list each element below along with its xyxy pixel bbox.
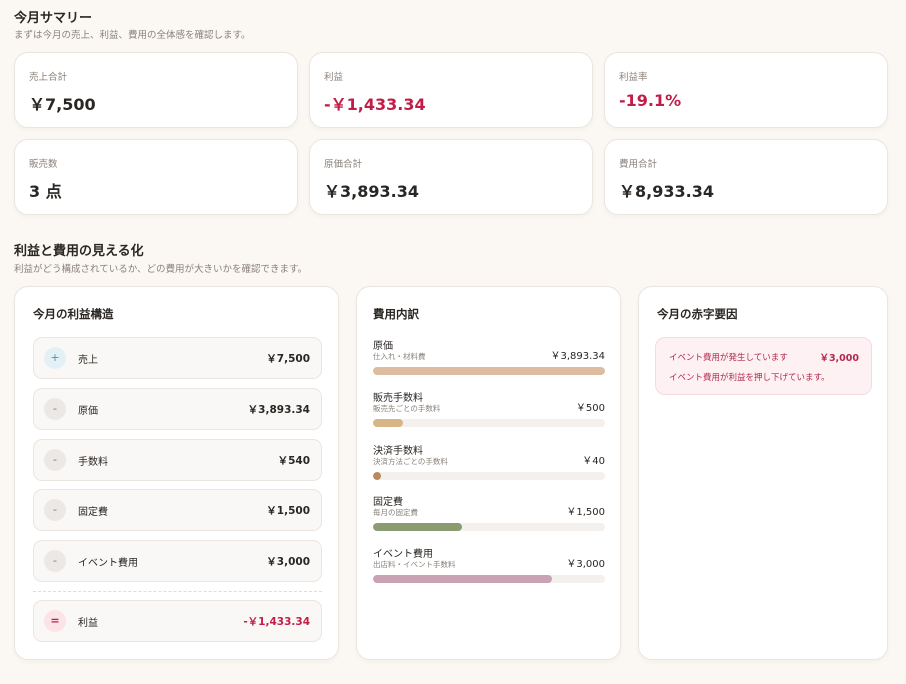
alert-line: イベント費用が発生しています — [669, 353, 788, 363]
cost-desc: 出店料・イベント手数料 — [373, 560, 456, 569]
stat-label: 売上合計 — [29, 72, 68, 83]
stat-card-expense-total: 費用合計 ￥8,933.34 — [604, 139, 888, 215]
summary-subtitle: まずは今月の売上、利益、費用の全体感を確認します。 — [14, 30, 251, 41]
flow-label: 手数料 — [78, 457, 108, 468]
stat-card-profit: 利益 -￥1,433.34 — [309, 52, 593, 128]
flow-label: 売上 — [78, 355, 98, 366]
flow-row-fees: - 手数料 ￥540 — [33, 439, 322, 481]
flow-amount: ￥7,500 — [266, 353, 310, 365]
divider — [33, 591, 322, 592]
cost-bar-track — [373, 367, 605, 375]
cost-amount: ￥1,500 — [566, 507, 605, 518]
stat-card-sales: 売上合計 ￥7,500 — [14, 52, 298, 128]
stat-label: 販売数 — [29, 159, 58, 170]
flow-row-sales: + 売上 ￥7,500 — [33, 337, 322, 379]
flow-row-cost: - 原価 ￥3,893.34 — [33, 388, 322, 430]
alert-amount: ￥3,000 — [819, 353, 859, 364]
cost-desc: 販売先ごとの手数料 — [373, 404, 441, 413]
stat-label: 原価合計 — [324, 159, 363, 170]
profit-structure-title: 今月の利益構造 — [33, 307, 114, 321]
flow-label: 利益 — [78, 618, 98, 629]
flow-row-event-cost: - イベント費用 ￥3,000 — [33, 540, 322, 582]
cost-bar-fill — [373, 575, 552, 583]
flow-label: 原価 — [78, 406, 98, 417]
flow-amount: ￥3,893.34 — [247, 404, 310, 416]
cost-bar-track — [373, 419, 605, 427]
cost-bar-fill — [373, 367, 605, 375]
cost-bar-fill — [373, 472, 381, 480]
flow-label: 固定費 — [78, 507, 108, 518]
stat-card-units-sold: 販売数 3 点 — [14, 139, 298, 215]
cost-item: 固定費 毎月の固定費 ￥1,500 — [373, 493, 605, 537]
stat-value: -￥1,433.34 — [324, 95, 426, 114]
cost-desc: 決済方法ごとの手数料 — [373, 457, 448, 466]
stat-value: -19.1% — [619, 91, 682, 110]
visualize-title: 利益と費用の見える化 — [14, 244, 144, 259]
flow-row-fixed-cost: - 固定費 ￥1,500 — [33, 489, 322, 531]
plus-icon: + — [44, 347, 66, 369]
deficit-factors-card: 今月の赤字要因 イベント費用が発生しています ￥3,000 イベント費用が利益を… — [638, 286, 888, 660]
cost-item: 決済手数料 決済方法ごとの手数料 ￥40 — [373, 442, 605, 486]
flow-amount: ￥540 — [277, 455, 310, 467]
cost-desc: 仕入れ・材料費 — [373, 352, 426, 361]
stat-value: ￥3,893.34 — [324, 182, 419, 201]
flow-amount: -￥1,433.34 — [243, 616, 310, 628]
cost-bar-track — [373, 472, 605, 480]
alert-line: イベント費用が利益を押し下げています。 — [669, 373, 830, 383]
cost-name: 固定費 — [373, 497, 403, 508]
cost-bar-fill — [373, 419, 403, 427]
cost-amount: ￥40 — [582, 456, 605, 467]
cost-bar-track — [373, 575, 605, 583]
cost-name: 原価 — [373, 341, 393, 352]
cost-name: 販売手数料 — [373, 393, 423, 404]
minus-icon: - — [44, 449, 66, 471]
cost-breakdown-title: 費用内訳 — [373, 307, 419, 321]
flow-amount: ￥3,000 — [266, 556, 310, 568]
cost-name: イベント費用 — [373, 549, 433, 560]
stat-value: 3 点 — [29, 182, 62, 201]
cost-amount: ￥3,893.34 — [550, 351, 605, 362]
summary-title: 今月サマリー — [14, 11, 93, 26]
cost-item: 販売手数料 販売先ごとの手数料 ￥500 — [373, 389, 605, 433]
minus-icon: - — [44, 398, 66, 420]
flow-label: イベント費用 — [78, 558, 138, 569]
stat-card-profit-rate: 利益率 -19.1% — [604, 52, 888, 128]
deficit-alert: イベント費用が発生しています ￥3,000 イベント費用が利益を押し下げています… — [655, 337, 872, 395]
cost-item: 原価 仕入れ・材料費 ￥3,893.34 — [373, 337, 605, 381]
cost-bar-fill — [373, 523, 462, 531]
cost-amount: ￥500 — [575, 403, 605, 414]
stat-label: 利益率 — [619, 72, 648, 83]
stat-label: 利益 — [324, 72, 344, 83]
flow-row-profit: = 利益 -￥1,433.34 — [33, 600, 322, 642]
stat-value: ￥8,933.34 — [619, 182, 714, 201]
cost-amount: ￥3,000 — [566, 559, 605, 570]
stat-value: ￥7,500 — [29, 95, 96, 114]
profit-structure-card: 今月の利益構造 + 売上 ￥7,500 - 原価 ￥3,893.34 - 手数料… — [14, 286, 339, 660]
cost-name: 決済手数料 — [373, 446, 423, 457]
equals-icon: = — [44, 610, 66, 632]
flow-amount: ￥1,500 — [266, 505, 310, 517]
stat-card-cost-total: 原価合計 ￥3,893.34 — [309, 139, 593, 215]
minus-icon: - — [44, 550, 66, 572]
stat-label: 費用合計 — [619, 159, 658, 170]
deficit-factors-title: 今月の赤字要因 — [657, 307, 738, 321]
visualize-subtitle: 利益がどう構成されているか、どの費用が大きいかを確認できます。 — [14, 264, 308, 275]
cost-bar-track — [373, 523, 605, 531]
cost-breakdown-card: 費用内訳 原価 仕入れ・材料費 ￥3,893.34 販売手数料 販売先ごとの手数… — [356, 286, 621, 660]
minus-icon: - — [44, 499, 66, 521]
cost-desc: 毎月の固定費 — [373, 508, 418, 517]
cost-item: イベント費用 出店料・イベント手数料 ￥3,000 — [373, 545, 605, 589]
